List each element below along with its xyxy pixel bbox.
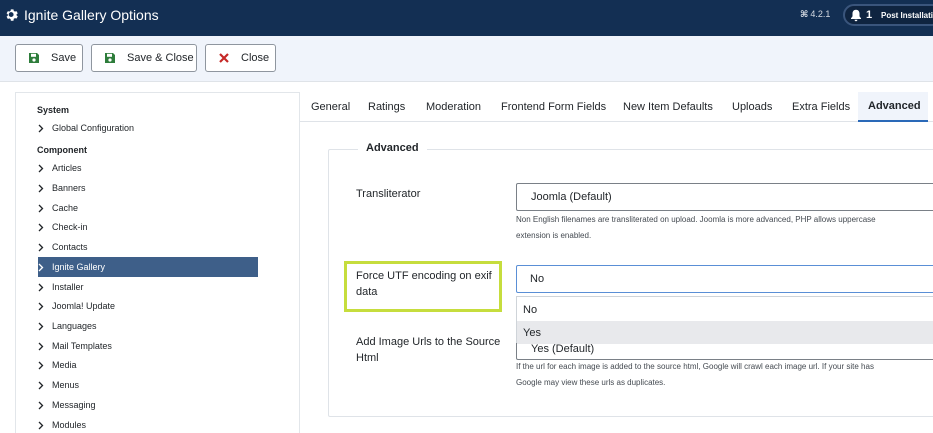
fieldset-legend: Advanced	[358, 142, 427, 154]
help-line: If the url for each image is added to th…	[516, 362, 874, 371]
sidebar-item-label: Mail Templates	[52, 341, 112, 351]
sidebar-item-joomla-update[interactable]: Joomla! Update	[38, 297, 258, 315]
save-icon	[29, 53, 39, 63]
force-utf-value: No	[530, 273, 545, 285]
notification-count: 1	[866, 9, 873, 21]
sidebar-item-global-configuration[interactable]: Global Configuration	[38, 119, 258, 137]
chevron-right-icon	[38, 184, 44, 192]
gear-icon	[6, 9, 18, 21]
sidebar-item-label: Check-in	[52, 222, 88, 232]
save-button[interactable]: Save	[15, 44, 83, 72]
transliterator-value: Joomla (Default)	[531, 191, 612, 203]
sidebar-item-label: Media	[52, 360, 77, 370]
label-line: Html	[356, 352, 379, 364]
chevron-right-icon	[38, 342, 44, 350]
tab-uploads[interactable]: Uploads	[721, 92, 782, 122]
sidebar-item-label: Messaging	[52, 400, 96, 410]
save-icon	[105, 53, 115, 63]
save-close-label: Save & Close	[127, 52, 194, 64]
joomla-version: ⌘ 4.2.1	[800, 9, 830, 20]
tab-extra-fields[interactable]: Extra Fields	[782, 92, 858, 122]
close-icon	[219, 53, 229, 63]
force-utf-select[interactable]: No	[516, 265, 933, 293]
help-line: extension is enabled.	[516, 231, 592, 240]
sidebar-item-ignite-gallery[interactable]: Ignite Gallery	[38, 257, 258, 277]
tab-advanced[interactable]: Advanced	[858, 92, 928, 122]
options-tabs: General Ratings Moderation Frontend Form…	[300, 92, 933, 122]
sidebar-item-articles[interactable]: Articles	[38, 159, 258, 177]
sidebar-item-label: Cache	[52, 203, 79, 213]
version-number: 4.2.1	[810, 9, 831, 19]
sidebar-item-menus[interactable]: Menus	[38, 376, 258, 394]
dropdown-option-yes[interactable]: Yes	[517, 321, 933, 344]
sidebar-item-label: Installer	[52, 282, 84, 292]
options-sidebar: System Global Configuration Component Ar…	[15, 92, 300, 433]
sidebar-item-contacts[interactable]: Contacts	[38, 238, 258, 256]
transliterator-select[interactable]: Joomla (Default)	[516, 183, 933, 211]
version-symbol: ⌘	[800, 9, 809, 19]
dropdown-option-no[interactable]: No	[517, 298, 933, 321]
close-button[interactable]: Close	[205, 44, 276, 72]
save-close-button[interactable]: Save & Close	[91, 44, 197, 72]
image-urls-label: Add Image Urls to the Source Html	[356, 334, 500, 366]
chevron-right-icon	[38, 361, 44, 369]
close-label: Close	[241, 52, 270, 64]
chevron-right-icon	[38, 243, 44, 251]
chevron-right-icon	[38, 381, 44, 389]
sidebar-item-media[interactable]: Media	[38, 356, 258, 374]
save-label: Save	[51, 52, 77, 64]
tab-general[interactable]: General	[300, 92, 357, 122]
label-line: Force UTF encoding on exif	[356, 270, 492, 282]
image-urls-value: Yes (Default)	[531, 343, 595, 355]
chevron-right-icon	[38, 421, 44, 429]
tab-moderation[interactable]: Moderation	[414, 92, 490, 122]
sidebar-item-banners[interactable]: Banners	[38, 179, 258, 197]
sidebar-item-label: Modules	[52, 420, 87, 430]
sidebar-item-mail-templates[interactable]: Mail Templates	[38, 337, 258, 355]
sidebar-item-label: Menus	[52, 380, 80, 390]
chevron-right-icon	[38, 283, 44, 291]
sidebar-heading-system: System	[37, 105, 70, 115]
sidebar-item-label: Articles	[52, 163, 82, 173]
sidebar-item-cache[interactable]: Cache	[38, 199, 258, 217]
toolbar: Save Save & Close Close	[0, 36, 933, 82]
transliterator-help: Non English filenames are transliterated…	[516, 212, 876, 244]
tab-new-item-defaults[interactable]: New Item Defaults	[612, 92, 721, 122]
chevron-right-icon	[38, 302, 44, 310]
chevron-right-icon	[38, 401, 44, 409]
bell-icon	[851, 9, 861, 22]
label-line: Add Image Urls to the Source	[356, 336, 501, 348]
sidebar-item-label: Contacts	[52, 242, 88, 252]
sidebar-item-modules[interactable]: Modules	[38, 416, 258, 433]
help-line: Non English filenames are transliterated…	[516, 215, 876, 224]
chevron-right-icon	[38, 263, 44, 271]
app-header: Ignite Gallery Options ⌘ 4.2.1 1 Post Ins…	[0, 0, 933, 36]
sidebar-item-installer[interactable]: Installer	[38, 278, 258, 296]
post-installation-label: Post Installation	[881, 11, 933, 20]
chevron-right-icon	[38, 124, 44, 132]
tab-frontend-form-fields[interactable]: Frontend Form Fields	[490, 92, 612, 122]
force-utf-label: Force UTF encoding on exif data	[356, 268, 492, 300]
sidebar-item-check-in[interactable]: Check-in	[38, 218, 258, 236]
label-line: data	[356, 286, 378, 298]
tab-ratings[interactable]: Ratings	[357, 92, 414, 122]
sidebar-item-label: Languages	[52, 321, 97, 331]
sidebar-item-languages[interactable]: Languages	[38, 317, 258, 335]
sidebar-item-label: Ignite Gallery	[52, 262, 106, 272]
chevron-right-icon	[38, 223, 44, 231]
sidebar-item-messaging[interactable]: Messaging	[38, 396, 258, 414]
sidebar-item-label: Banners	[52, 183, 86, 193]
image-urls-help: If the url for each image is added to th…	[516, 359, 874, 391]
sidebar-item-label: Joomla! Update	[52, 301, 116, 311]
help-line: Google may view these urls as duplicates…	[516, 378, 666, 387]
sidebar-item-label: Global Configuration	[52, 123, 135, 133]
chevron-right-icon	[38, 164, 44, 172]
chevron-right-icon	[38, 204, 44, 212]
notifications-button[interactable]: 1 Post Installation	[843, 4, 933, 26]
force-utf-dropdown: No Yes	[516, 296, 933, 344]
page-title: Ignite Gallery Options	[24, 7, 159, 23]
chevron-right-icon	[38, 322, 44, 330]
transliterator-label: Transliterator	[356, 188, 421, 200]
sidebar-heading-component: Component	[37, 145, 87, 155]
